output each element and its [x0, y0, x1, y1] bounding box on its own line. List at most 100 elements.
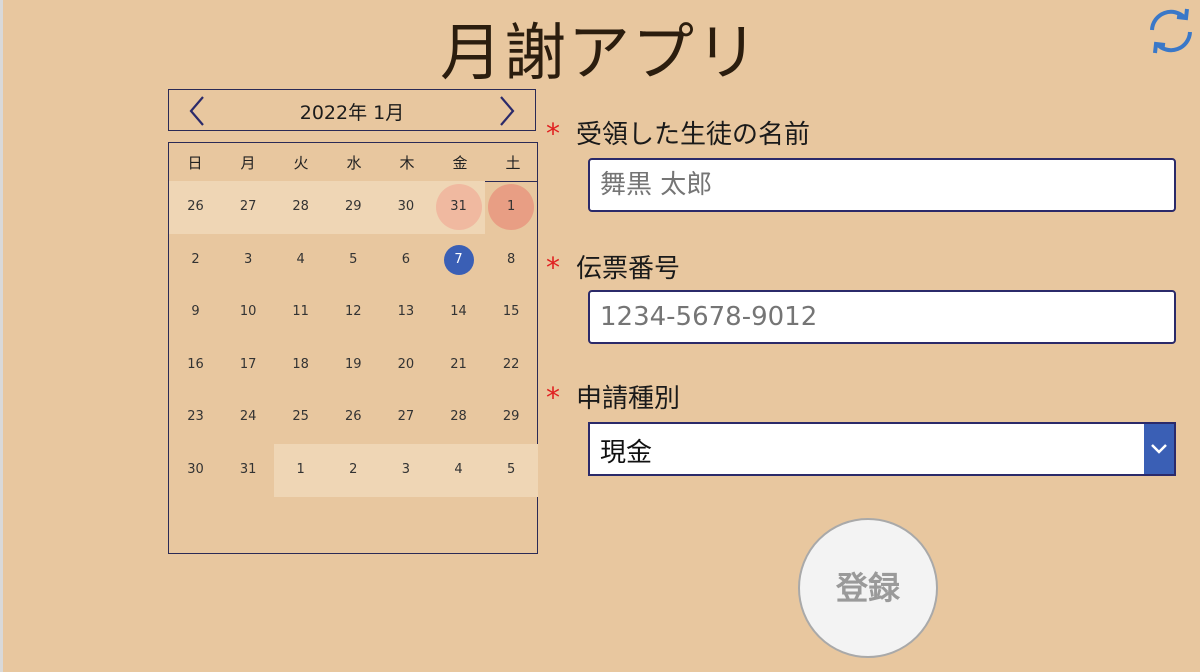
calendar-day[interactable]: 24 — [222, 391, 275, 444]
calendar-day-number: 10 — [239, 304, 257, 320]
calendar-day[interactable]: 8 — [485, 234, 538, 287]
calendar-day[interactable]: 18 — [274, 339, 327, 392]
calendar-day[interactable]: 1 — [274, 444, 328, 497]
required-mark: * — [546, 251, 560, 284]
calendar-day-number: 18 — [292, 356, 309, 372]
calendar-day[interactable]: 11 — [274, 286, 327, 339]
calendar-day[interactable]: 23 — [169, 391, 222, 444]
calendar-day[interactable]: 17 — [222, 339, 275, 392]
calendar-day[interactable]: 27 — [379, 391, 432, 444]
calendar-day[interactable]: 3 — [222, 234, 275, 287]
student-name-label: 受領した生徒の名前 — [576, 120, 811, 150]
payment-type-dropdown[interactable]: 現金 — [588, 422, 1176, 476]
calendar-day-number: 21 — [450, 356, 467, 372]
calendar-day-number: 3 — [243, 251, 253, 267]
calendar-day[interactable]: 15 — [485, 286, 538, 339]
refresh-icon[interactable] — [1144, 4, 1198, 58]
calendar-day-number: 17 — [239, 356, 257, 372]
calendar-day[interactable]: 13 — [379, 286, 432, 339]
calendar-day-number: 29 — [502, 409, 520, 425]
calendar-day[interactable]: 20 — [379, 339, 432, 392]
calendar-day-number: 4 — [454, 462, 463, 477]
weekday-tue: 火 — [293, 154, 309, 172]
calendar-day[interactable]: 5 — [484, 444, 538, 497]
slip-number-input[interactable] — [588, 290, 1176, 344]
calendar-day-number: 1 — [506, 199, 516, 214]
calendar-day-number: 1 — [296, 462, 305, 477]
calendar-day[interactable]: 28 — [274, 181, 328, 234]
calendar-month-label: 2022年 1月 — [299, 102, 405, 124]
calendar-day[interactable]: 25 — [274, 391, 327, 444]
calendar-day[interactable]: 30 — [379, 181, 433, 234]
calendar-day[interactable]: 26 — [327, 391, 380, 444]
calendar-day-number: 27 — [239, 199, 257, 214]
payment-type-value: 現金 — [600, 438, 653, 468]
calendar-grid: 日 月 火 水 木 金 土 26 27 28 29 30 31 1 2 3 4 5 6 7 8 9 10 11 1… — [168, 142, 538, 554]
calendar-day[interactable]: 2 — [169, 234, 222, 287]
calendar-day[interactable]: 28 — [432, 391, 485, 444]
calendar-day[interactable]: 22 — [485, 339, 538, 392]
calendar-day-number: 5 — [349, 251, 358, 267]
calendar-day[interactable]: 9 — [169, 286, 222, 339]
calendar-day[interactable]: 29 — [326, 181, 380, 234]
calendar-day-number: 15 — [502, 304, 520, 320]
calendar-day[interactable]: 27 — [221, 181, 275, 234]
weekday-wed: 水 — [346, 154, 362, 172]
student-name-input[interactable] — [588, 158, 1176, 212]
window-edge — [0, 0, 3, 672]
weekday-thu: 木 — [399, 154, 415, 172]
calendar-day-number: 29 — [345, 199, 362, 214]
calendar-day-number: 26 — [345, 409, 362, 425]
calendar-day-number: 31 — [450, 199, 467, 214]
weekday-mon: 月 — [240, 154, 256, 172]
calendar-day-number: 5 — [506, 462, 516, 477]
calendar-day[interactable]: 6 — [379, 234, 432, 287]
calendar-day[interactable]: 31 — [432, 181, 485, 234]
calendar-day-number: 30 — [187, 462, 204, 477]
calendar-day[interactable]: 19 — [327, 339, 380, 392]
calendar-day[interactable]: 16 — [169, 339, 222, 392]
calendar-day-number: 8 — [506, 251, 516, 267]
page-title: 月謝アプリ — [439, 16, 760, 89]
calendar-day[interactable]: 29 — [485, 391, 538, 444]
calendar-day-number: 9 — [191, 304, 200, 320]
weekday-sat: 土 — [505, 154, 521, 172]
required-mark: * — [546, 117, 560, 150]
calendar-day-number: 3 — [401, 462, 411, 477]
calendar-day-number: 30 — [397, 199, 415, 214]
calendar-day[interactable]: 1 — [485, 181, 538, 234]
calendar-day[interactable]: 26 — [169, 181, 222, 234]
calendar-day-number: 20 — [397, 356, 415, 372]
chevron-down-icon[interactable] — [1144, 424, 1174, 474]
calendar-day-number: 28 — [450, 409, 467, 425]
calendar-day-number: 14 — [450, 304, 467, 320]
calendar-day[interactable]: 12 — [327, 286, 380, 339]
calendar-day[interactable]: 31 — [222, 444, 275, 497]
calendar-day-number: 25 — [292, 409, 309, 425]
calendar-day-number: 23 — [187, 409, 204, 425]
calendar-day[interactable]: 7 — [432, 234, 485, 287]
calendar-day-number: 22 — [502, 356, 520, 372]
calendar-day-number: 28 — [292, 199, 309, 214]
calendar-day[interactable]: 4 — [274, 234, 327, 287]
register-button[interactable]: 登録 — [798, 518, 938, 658]
calendar-day[interactable]: 3 — [379, 444, 433, 497]
calendar-day[interactable]: 10 — [222, 286, 275, 339]
calendar-day-number: 12 — [345, 304, 362, 320]
calendar-day[interactable]: 2 — [326, 444, 380, 497]
calendar-day[interactable]: 21 — [432, 339, 485, 392]
calendar-day-number: 26 — [187, 199, 204, 214]
calendar-day[interactable]: 14 — [432, 286, 485, 339]
calendar-day[interactable]: 30 — [169, 444, 222, 497]
calendar-day-number: 6 — [401, 251, 411, 267]
calendar-header: 2022年 1月 — [168, 89, 536, 131]
weekday-fri: 金 — [452, 154, 468, 172]
required-mark: * — [546, 381, 560, 414]
slip-number-label: 伝票番号 — [576, 254, 681, 284]
chevron-right-icon[interactable] — [489, 93, 525, 129]
weekday-sun: 日 — [187, 154, 203, 172]
calendar-day[interactable]: 4 — [432, 444, 485, 497]
calendar-day[interactable]: 5 — [327, 234, 380, 287]
payment-type-label: 申請種別 — [576, 384, 681, 414]
calendar-day-number: 2 — [349, 462, 358, 477]
